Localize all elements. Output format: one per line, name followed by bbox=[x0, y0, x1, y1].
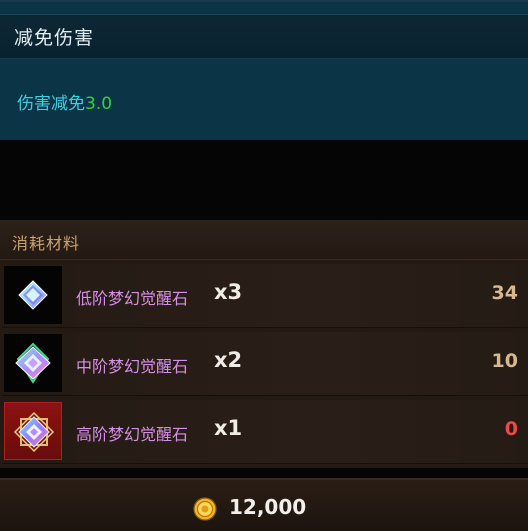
materials-title: 消耗材料 bbox=[12, 234, 81, 253]
effect-stat-value: 3.0 bbox=[85, 94, 113, 114]
material-owned-count: 10 bbox=[491, 350, 518, 372]
material-owned-count: 34 bbox=[491, 282, 518, 304]
effect-title: 减免伤害 bbox=[14, 27, 95, 49]
material-name: 中阶梦幻觉醒石 bbox=[76, 357, 189, 376]
material-quantity: x1 bbox=[214, 416, 243, 440]
material-name: 低阶梦幻觉醒石 bbox=[76, 289, 189, 308]
effect-panel: 减免伤害 伤害减免3.0 bbox=[0, 0, 528, 140]
effect-header: 减免伤害 bbox=[0, 14, 528, 59]
material-row: 高阶梦幻觉醒石 x1 0 bbox=[2, 400, 528, 464]
material-name: 高阶梦幻觉醒石 bbox=[76, 425, 189, 444]
high-tier-dream-awakening-stone-icon[interactable] bbox=[4, 402, 62, 460]
effect-body: 伤害减免3.0 bbox=[0, 59, 528, 140]
materials-panel: 消耗材料 低阶梦幻觉醒石 x3 34 中阶梦幻觉醒石 x2 10 高阶梦幻觉醒石… bbox=[0, 220, 528, 468]
material-quantity: x3 bbox=[214, 280, 243, 304]
mid-tier-dream-awakening-stone-icon[interactable] bbox=[4, 334, 62, 392]
effect-stat-line: 伤害减免3.0 bbox=[17, 89, 112, 114]
material-owned-count: 0 bbox=[504, 418, 518, 440]
effect-stat-label: 伤害减免 bbox=[17, 94, 85, 114]
material-quantity: x2 bbox=[214, 348, 243, 372]
awakening-window: 减免伤害 伤害减免3.0 消耗材料 低阶梦幻觉醒石 x3 34 中阶梦幻觉醒石 … bbox=[0, 0, 528, 531]
gold-coin-icon bbox=[193, 497, 217, 521]
cost-amount: 12,000 bbox=[229, 495, 307, 519]
cost-bar: 12,000 bbox=[0, 478, 528, 531]
materials-header: 消耗材料 bbox=[0, 220, 528, 260]
material-row: 中阶梦幻觉醒石 x2 10 bbox=[2, 332, 528, 396]
material-row: 低阶梦幻觉醒石 x3 34 bbox=[2, 264, 528, 328]
low-tier-dream-awakening-stone-icon[interactable] bbox=[4, 266, 62, 324]
